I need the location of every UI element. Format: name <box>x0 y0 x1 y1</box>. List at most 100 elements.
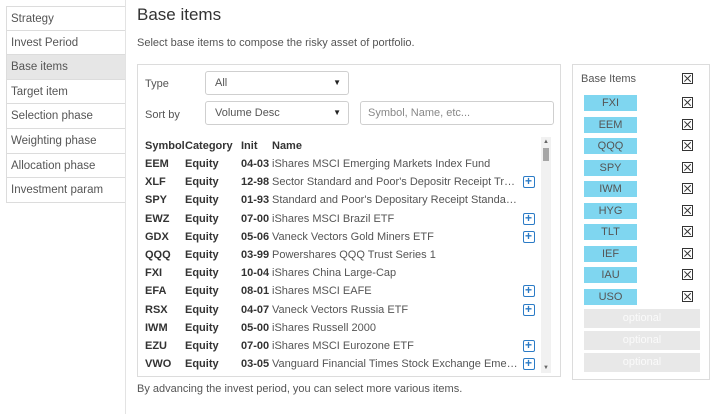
chevron-down-icon: ▼ <box>333 78 341 87</box>
column-header-init[interactable]: Init <box>240 137 271 155</box>
cell-symbol: EEM <box>145 158 169 171</box>
table-scrollbar[interactable]: ▲ ▼ <box>541 137 551 373</box>
cell-category: Equity <box>185 176 219 189</box>
remove-item-close-icon[interactable] <box>682 118 693 130</box>
cell-add: + <box>518 228 539 246</box>
cell-symbol: GDX <box>145 230 169 243</box>
sidebar: Strategy Invest Period Base items Target it… <box>6 6 126 203</box>
table-row[interactable]: FXI Equity 10-04 iShares China Large-Cap <box>144 264 539 282</box>
cell-name: iShares Russell 2000 <box>272 321 376 334</box>
add-item-plus-icon[interactable]: + <box>522 284 535 298</box>
cell-init: 05-06 <box>241 230 270 243</box>
sidebar-item-base-items[interactable]: Base items <box>6 55 126 80</box>
cell-add <box>518 264 539 282</box>
cell-name: Sector Standard and Poor's Depositr Rece… <box>272 176 518 189</box>
sidebar-item-target-item[interactable]: Target item <box>6 79 126 105</box>
scroll-down-arrow-icon[interactable]: ▼ <box>541 363 551 373</box>
add-item-plus-icon[interactable]: + <box>522 339 535 352</box>
column-header-add <box>518 137 539 155</box>
cell-init: 07-00 <box>241 339 270 352</box>
cell-name: Vanguard Financial Times Stock Exchange … <box>272 358 518 371</box>
cell-symbol: RSX <box>145 303 168 316</box>
cell-name: iShares China Large-Cap <box>272 267 397 280</box>
table-row[interactable]: GDX Equity 05-06 Vaneck Vectors Gold Miners… <box>144 228 539 246</box>
cell-category: Equity <box>185 321 219 334</box>
clear-all-close-icon[interactable] <box>682 73 693 84</box>
cell-category: Equity <box>185 267 219 280</box>
cell-init: 08-01 <box>241 285 270 298</box>
cell-add <box>518 155 539 173</box>
table-row[interactable]: IWM Equity 05-00 iShares Russell 2000 <box>144 319 539 337</box>
table-row[interactable]: XLF Equity 12-98 Sector Standard and Poor's… <box>144 173 539 191</box>
table-row[interactable]: QQQ Equity 03-99 Powershares QQQ Trust Seri… <box>144 246 539 264</box>
cell-category: Equity <box>185 303 219 316</box>
table-body: EEM Equity 04-03 iShares MSCI Emerging Mark… <box>144 155 539 373</box>
add-item-plus-icon[interactable]: + <box>522 175 535 189</box>
remove-item-close-icon[interactable] <box>682 226 693 237</box>
table-row[interactable]: VWO Equity 03-05 Vanguard Financial Times S… <box>144 355 539 373</box>
cell-symbol: SPY <box>145 194 168 207</box>
base-items-title: Base Items <box>581 73 637 85</box>
base-item-chip: IWM <box>584 181 637 197</box>
base-item-chip: TLT <box>584 224 637 240</box>
column-header-name[interactable]: Name <box>271 137 518 155</box>
cell-symbol: FXI <box>145 267 163 280</box>
add-item-plus-icon[interactable]: + <box>522 357 535 371</box>
cell-symbol: EFA <box>145 285 167 298</box>
cell-category: Equity <box>185 285 219 298</box>
column-header-category[interactable]: Category <box>184 137 240 155</box>
cell-category: Equity <box>185 358 219 371</box>
cell-add: + <box>518 282 539 300</box>
cell-add: + <box>518 355 539 373</box>
optional-slot[interactable]: optional <box>584 309 700 328</box>
cell-name: Vaneck Vectors Russia ETF <box>272 303 409 316</box>
table-header-row: Symbol Category Init Name <box>144 137 539 155</box>
cell-symbol: XLF <box>145 176 166 189</box>
table-row[interactable]: EWZ Equity 07-00 iShares MSCI Brazil ETF + <box>144 210 539 228</box>
cell-add: + <box>518 210 539 228</box>
sort-select-value: Volume Desc <box>215 107 280 119</box>
cell-name: iShares MSCI Emerging Markets Index Fund <box>272 158 491 171</box>
remove-item-close-icon[interactable] <box>682 204 693 216</box>
cell-symbol: IWM <box>145 321 168 334</box>
sort-select[interactable]: Volume Desc ▼ <box>205 101 349 125</box>
remove-item-close-icon[interactable] <box>682 183 693 194</box>
sidebar-item-strategy[interactable]: Strategy <box>6 6 126 31</box>
cell-add: + <box>518 301 539 319</box>
sidebar-item-weighting-phase[interactable]: Weighting phase <box>6 128 126 154</box>
column-header-symbol[interactable]: Symbol <box>144 137 185 155</box>
cell-init: 04-07 <box>241 303 270 316</box>
add-item-plus-icon[interactable]: + <box>522 303 535 316</box>
cell-name: iShares MSCI EAFE <box>272 285 372 298</box>
table-row[interactable]: EEM Equity 04-03 iShares MSCI Emerging Mark… <box>144 155 539 173</box>
remove-item-close-icon[interactable] <box>682 247 693 259</box>
sidebar-item-selection-phase[interactable]: Selection phase <box>6 104 126 129</box>
scrollbar-thumb[interactable] <box>543 148 549 161</box>
remove-item-close-icon[interactable] <box>682 140 693 151</box>
add-item-plus-icon[interactable]: + <box>522 212 535 225</box>
optional-slot[interactable]: optional <box>584 353 700 372</box>
table-row[interactable]: EFA Equity 08-01 iShares MSCI EAFE + <box>144 282 539 300</box>
search-input[interactable] <box>360 101 554 125</box>
sort-label: Sort by <box>145 109 180 121</box>
remove-item-close-icon[interactable] <box>682 97 693 108</box>
optional-slot[interactable]: optional <box>584 331 700 350</box>
cell-init: 10-04 <box>241 267 270 280</box>
scroll-up-arrow-icon[interactable]: ▲ <box>541 137 551 147</box>
cell-category: Equity <box>185 249 219 262</box>
items-table: Symbol Category Init Name EEM Equity 04-03… <box>144 137 539 373</box>
table-row[interactable]: SPY Equity 01-93 Standard and Poor's Deposi… <box>144 191 539 209</box>
remove-item-close-icon[interactable] <box>682 290 693 302</box>
table-row[interactable]: RSX Equity 04-07 Vaneck Vectors Russia ETF + <box>144 301 539 319</box>
sidebar-item-invest-period[interactable]: Invest Period <box>6 30 126 56</box>
table-row[interactable]: EZU Equity 07-00 iShares MSCI Eurozone ETF + <box>144 337 539 355</box>
sidebar-item-allocation-phase[interactable]: Allocation phase <box>6 153 126 179</box>
add-item-plus-icon[interactable]: + <box>522 230 535 243</box>
remove-item-close-icon[interactable] <box>682 161 693 173</box>
base-item-chip: FXI <box>584 95 637 111</box>
type-select[interactable]: All ▼ <box>205 71 349 95</box>
base-items-panel: Base Items FXI EEM QQQ SPY IWM HYG TLT IEF IAU US… <box>572 64 710 380</box>
sidebar-item-investment-param[interactable]: Investment param <box>6 178 126 203</box>
cell-symbol: QQQ <box>145 249 171 262</box>
remove-item-close-icon[interactable] <box>682 269 693 280</box>
